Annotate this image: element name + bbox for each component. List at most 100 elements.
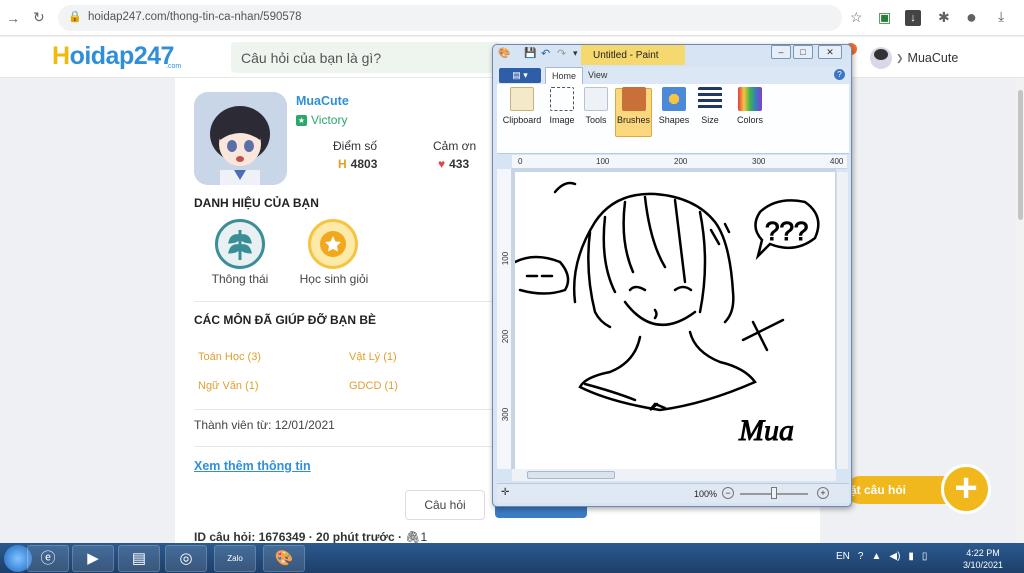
tab-home[interactable]: Home (545, 67, 583, 85)
redo-icon[interactable]: ↷ (557, 47, 566, 60)
subject-civics[interactable]: GDCD (1) (349, 380, 398, 392)
subjects-heading: CÁC MÔN ĐÃ GIÚP ĐỠ BẠN BÈ (194, 313, 377, 327)
paint-title: Untitled - Paint (593, 50, 659, 61)
canvas-vertical-scrollbar[interactable] (836, 172, 848, 469)
download-extension-icon[interactable]: ↓ (905, 10, 921, 26)
ruler-tick: 100 (501, 251, 511, 266)
zoom-level: 100% (694, 489, 718, 499)
site-logo[interactable]: Hoidap247 (52, 42, 174, 71)
ribbon-group-brushes[interactable]: Brushes (615, 87, 652, 125)
paint-taskbar-icon[interactable]: 🎨 (263, 545, 305, 572)
brushes-label: Brushes (616, 115, 651, 125)
ribbon-group-clipboard[interactable]: Clipboard (501, 87, 543, 125)
ribbon-group-shapes[interactable]: Shapes (658, 87, 690, 125)
subject-physics[interactable]: Vật Lý (1) (349, 351, 397, 363)
help-tray-icon[interactable]: ? (858, 551, 864, 562)
language-indicator[interactable]: EN (836, 551, 850, 562)
network-icon[interactable]: ▲ (871, 551, 881, 562)
ruler-tick: 300 (501, 407, 511, 422)
header-user-menu[interactable]: ❯ MuaCute (870, 47, 958, 69)
file-menu-button[interactable]: ▤ ▾ (499, 68, 541, 83)
thanks-number: 433 (449, 157, 470, 171)
puzzle-icon[interactable]: ✱ (938, 10, 950, 24)
maximize-button[interactable]: □ (793, 45, 813, 59)
brush-icon (621, 87, 646, 111)
more-info-link[interactable]: Xem thêm thông tin (194, 459, 311, 473)
zoom-in-button[interactable]: + (817, 487, 829, 499)
page-scrollbar-thumb[interactable] (1018, 90, 1023, 220)
zoom-slider-thumb[interactable] (771, 487, 777, 499)
ie-icon[interactable]: ⓔ (27, 545, 69, 572)
add-question-button[interactable]: + (941, 464, 991, 514)
explorer-icon[interactable]: ▤ (118, 545, 160, 572)
url-text[interactable]: hoidap247.com/thong-tin-ca-nhan/590578 (88, 11, 302, 23)
questions-tab-button[interactable]: Câu hỏi (405, 490, 485, 520)
chrome-icon[interactable]: ◎ (165, 545, 207, 572)
points-label: Điểm số (333, 139, 378, 153)
logo-h: H (52, 42, 70, 70)
header-username: MuaCute (907, 51, 959, 65)
signal-icon[interactable]: ▮ (908, 551, 914, 562)
badge-good-student-icon[interactable] (308, 219, 358, 269)
subject-math[interactable]: Toán Học (3) (198, 351, 261, 363)
profile-username[interactable]: MuaCute (296, 94, 349, 108)
logo-text: oidap247 (69, 42, 175, 70)
battery-icon[interactable]: ▯ (922, 551, 928, 562)
taskbar-clock[interactable]: 4:22 PM 3/10/2021 (963, 547, 1003, 571)
profile-avatar (194, 92, 287, 185)
points-value: H 4803 (338, 157, 377, 171)
clock-date: 3/10/2021 (963, 560, 1004, 570)
undo-icon[interactable]: ↶ (541, 47, 550, 60)
volume-icon[interactable]: ◀) (889, 551, 900, 562)
points-icon: H (338, 157, 347, 171)
rank-badge: ★ Victory (296, 113, 347, 127)
image-label: Image (549, 115, 575, 125)
profile-icon[interactable]: ● (966, 8, 977, 26)
forward-icon[interactable]: → (6, 11, 20, 25)
zoom-out-button[interactable]: − (722, 487, 734, 499)
tab-view[interactable]: View (588, 70, 607, 80)
ruler-horizontal: 0 100 200 300 400 (512, 155, 847, 169)
help-icon[interactable]: ? (834, 69, 845, 80)
ribbon-group-colors[interactable]: Colors (734, 87, 766, 125)
ribbon-group-size[interactable]: Size (695, 87, 725, 125)
download-icon[interactable]: ⤓ (998, 9, 1004, 23)
badge-wise-label: Thông thái (211, 272, 269, 286)
paint-canvas[interactable]: ??? Mua (513, 172, 835, 469)
ask-question-label: ặt câu hỏi (850, 483, 907, 497)
clipboard-label: Clipboard (502, 115, 542, 125)
close-button[interactable]: ✕ (818, 45, 842, 59)
ruler-tick: 200 (501, 329, 511, 344)
tools-label: Tools (585, 115, 607, 125)
paperclip-icon: 🖇 (405, 530, 421, 544)
ruler-vertical: 100 200 300 (497, 169, 512, 469)
shapes-icon (662, 87, 686, 111)
thanks-label: Cảm ơn (433, 139, 477, 153)
zalo-icon[interactable]: Zalo (214, 545, 256, 572)
save-icon[interactable]: 💾 (524, 48, 536, 59)
divider (194, 301, 494, 302)
subject-literature[interactable]: Ngữ Văn (1) (198, 380, 259, 392)
ribbon-group-tools[interactable]: Tools (581, 87, 611, 125)
thanks-value: ♥ 433 (438, 157, 469, 171)
minimize-button[interactable]: – (771, 45, 791, 59)
search-placeholder: Câu hỏi của bạn là gì? (241, 50, 382, 66)
bookmark-star-icon[interactable]: ☆ (850, 10, 863, 24)
lock-icon: 🔒 (68, 11, 82, 23)
ruler-tick: 0 (518, 157, 523, 166)
reload-icon[interactable]: ↻ (33, 10, 45, 24)
cursor-position-icon: ✛ (501, 487, 510, 498)
speech-text: ??? (765, 216, 808, 246)
media-player-icon[interactable]: ▶ (72, 545, 114, 572)
extension-icon[interactable]: ▣ (878, 10, 891, 24)
clock-time: 4:22 PM (966, 548, 1000, 558)
badge-wise-icon[interactable] (215, 219, 265, 269)
color-palette-icon (738, 87, 762, 111)
shapes-label: Shapes (658, 115, 690, 125)
avatar (870, 47, 892, 69)
ribbon-group-image[interactable]: Image (547, 87, 577, 125)
canvas-horizontal-thumb[interactable] (527, 471, 615, 479)
attachment-count: 1 (420, 530, 428, 544)
quick-access-dropdown-icon[interactable]: ▾ (573, 48, 578, 59)
system-tray: EN ? ▲ ◀) ▮ ▯ (836, 551, 927, 562)
